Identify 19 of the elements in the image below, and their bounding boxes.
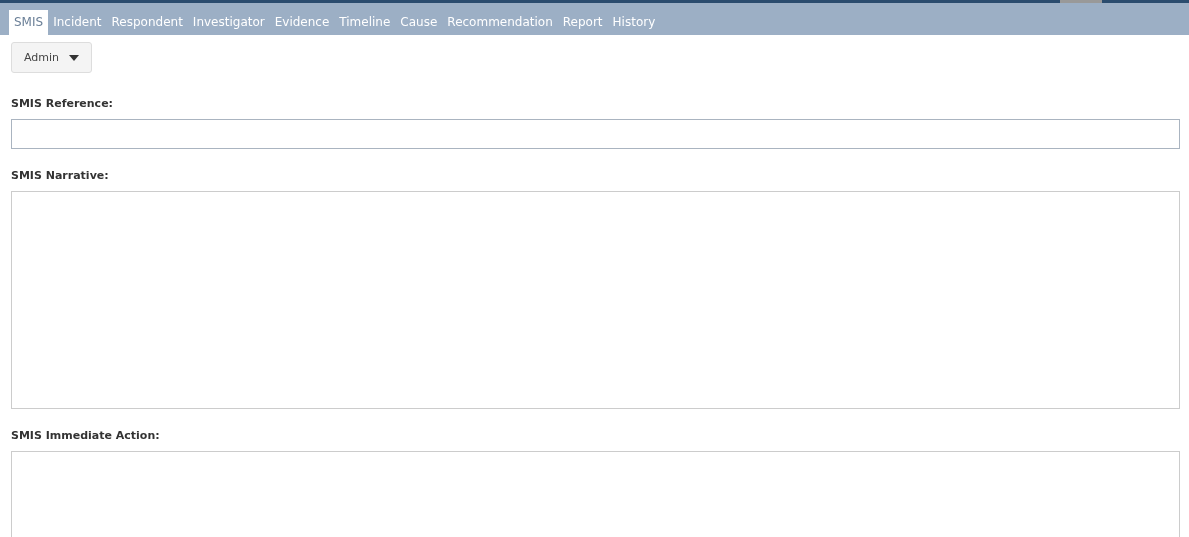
- tab[interactable]: Cause: [395, 10, 443, 35]
- window-handle: [1060, 0, 1102, 3]
- caret-icon: [69, 54, 80, 61]
- tab[interactable]: Timeline: [334, 10, 396, 35]
- tab[interactable]: Respondent: [106, 10, 188, 35]
- text-area[interactable]: [11, 451, 1180, 537]
- role-dropdown[interactable]: Admin: [11, 42, 93, 73]
- tab[interactable]: Investigator: [187, 10, 270, 35]
- tab[interactable]: History: [607, 10, 661, 35]
- input-field[interactable]: [11, 119, 1180, 149]
- tab[interactable]: SMIS: [9, 10, 49, 35]
- tab[interactable]: Incident: [48, 10, 107, 35]
- tab[interactable]: Evidence: [269, 10, 335, 35]
- text-area[interactable]: [11, 191, 1180, 409]
- field-label: SMIS Immediate Action:: [11, 429, 161, 442]
- field-label: SMIS Reference:: [11, 97, 114, 110]
- tab[interactable]: Report: [557, 10, 608, 35]
- field-label: SMIS Narrative:: [11, 169, 110, 182]
- tab[interactable]: Recommendation: [442, 10, 558, 35]
